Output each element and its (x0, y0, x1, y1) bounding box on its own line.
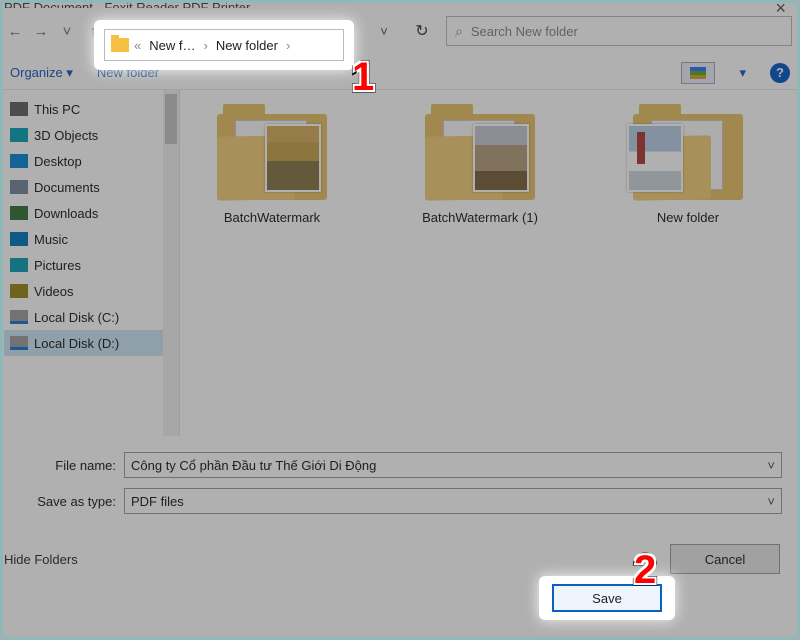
close-icon[interactable]: × (775, 0, 786, 8)
cube-icon (10, 128, 28, 142)
tree-item-3d-objects[interactable]: 3D Objects (4, 122, 179, 148)
folder-icon (111, 38, 129, 52)
highlight-breadcrumb: « New f… › New folder › (94, 20, 354, 70)
tree-item-downloads[interactable]: Downloads (4, 200, 179, 226)
desktop-icon (10, 154, 28, 168)
search-placeholder: Search New folder (471, 24, 578, 39)
tree-item-local-disk-c[interactable]: Local Disk (C:) (4, 304, 179, 330)
search-input[interactable]: ⌕ Search New folder (446, 16, 792, 46)
documents-icon (10, 180, 28, 194)
folder-item[interactable]: BatchWatermark (1) (400, 114, 560, 227)
thumbnail-icon (690, 67, 706, 79)
help-icon[interactable]: ? (770, 63, 790, 83)
chevron-down-icon[interactable]: ˅ (767, 458, 775, 473)
music-icon (10, 232, 28, 246)
nav-forward-button[interactable]: → (30, 23, 52, 40)
refresh-button[interactable]: ↻ (406, 21, 438, 41)
nav-back-button[interactable]: ← (4, 23, 26, 40)
disk-icon (10, 336, 28, 350)
nav-tree[interactable]: This PC 3D Objects Desktop Documents Dow… (0, 90, 180, 436)
tree-scrollbar[interactable] (163, 90, 179, 436)
breadcrumb[interactable]: « New f… › New folder › (104, 29, 344, 61)
chevron-down-icon[interactable]: ˅ (767, 494, 775, 509)
tree-item-pictures[interactable]: Pictures (4, 252, 179, 278)
file-name-input[interactable]: Công ty Cổ phần Đầu tư Thế Giới Di Động … (124, 452, 782, 478)
pc-icon (10, 102, 28, 116)
callout-1: 1 (352, 55, 374, 100)
folder-item[interactable]: BatchWatermark (192, 114, 352, 227)
window-title: PDF Document - Foxit Reader PDF Printer (4, 0, 250, 8)
main-area: This PC 3D Objects Desktop Documents Dow… (0, 90, 800, 436)
file-list[interactable]: BatchWatermark BatchWatermark (1) New fo… (180, 90, 800, 436)
tree-item-documents[interactable]: Documents (4, 174, 179, 200)
chevron-right-icon: › (283, 38, 293, 53)
callout-2: 2 (634, 548, 656, 593)
downloads-icon (10, 206, 28, 220)
breadcrumb-seg[interactable]: New folder (213, 38, 281, 53)
path-dropdown[interactable]: ˅ (370, 24, 398, 39)
folder-icon (217, 114, 327, 200)
scrollbar-thumb[interactable] (165, 94, 177, 144)
tree-item-videos[interactable]: Videos (4, 278, 179, 304)
hide-folders-button[interactable]: Hide Folders (4, 552, 78, 567)
nav-history-drop[interactable]: ˅ (56, 23, 78, 40)
folder-icon (633, 114, 743, 200)
disk-icon (10, 310, 28, 324)
tree-item-music[interactable]: Music (4, 226, 179, 252)
breadcrumb-seg[interactable]: New f… (146, 38, 198, 53)
chevron-right-icon: › (200, 38, 210, 53)
view-mode-button[interactable] (681, 62, 715, 84)
folder-icon (425, 114, 535, 200)
nav-buttons: ← → ˅ ↑ (0, 23, 104, 40)
search-icon: ⌕ (455, 23, 463, 40)
folder-item[interactable]: New folder (608, 114, 768, 227)
save-type-label: Save as type: (28, 494, 124, 509)
title-bar: PDF Document - Foxit Reader PDF Printer … (0, 0, 800, 8)
cancel-button[interactable]: Cancel (670, 544, 780, 574)
save-type-select[interactable]: PDF files ˅ (124, 488, 782, 514)
tree-item-local-disk-d[interactable]: Local Disk (D:) (4, 330, 179, 356)
tree-item-this-pc[interactable]: This PC (4, 96, 179, 122)
videos-icon (10, 284, 28, 298)
file-name-label: File name: (28, 458, 124, 473)
breadcrumb-overflow[interactable]: « (131, 38, 144, 53)
dialog-footer: Hide Folders Cancel (0, 532, 800, 574)
save-form: File name: Công ty Cổ phần Đầu tư Thế Gi… (0, 436, 800, 532)
organize-menu[interactable]: Organize ▾ (10, 65, 73, 81)
pictures-icon (10, 258, 28, 272)
tree-item-desktop[interactable]: Desktop (4, 148, 179, 174)
view-mode-drop[interactable]: ▾ (739, 65, 746, 81)
